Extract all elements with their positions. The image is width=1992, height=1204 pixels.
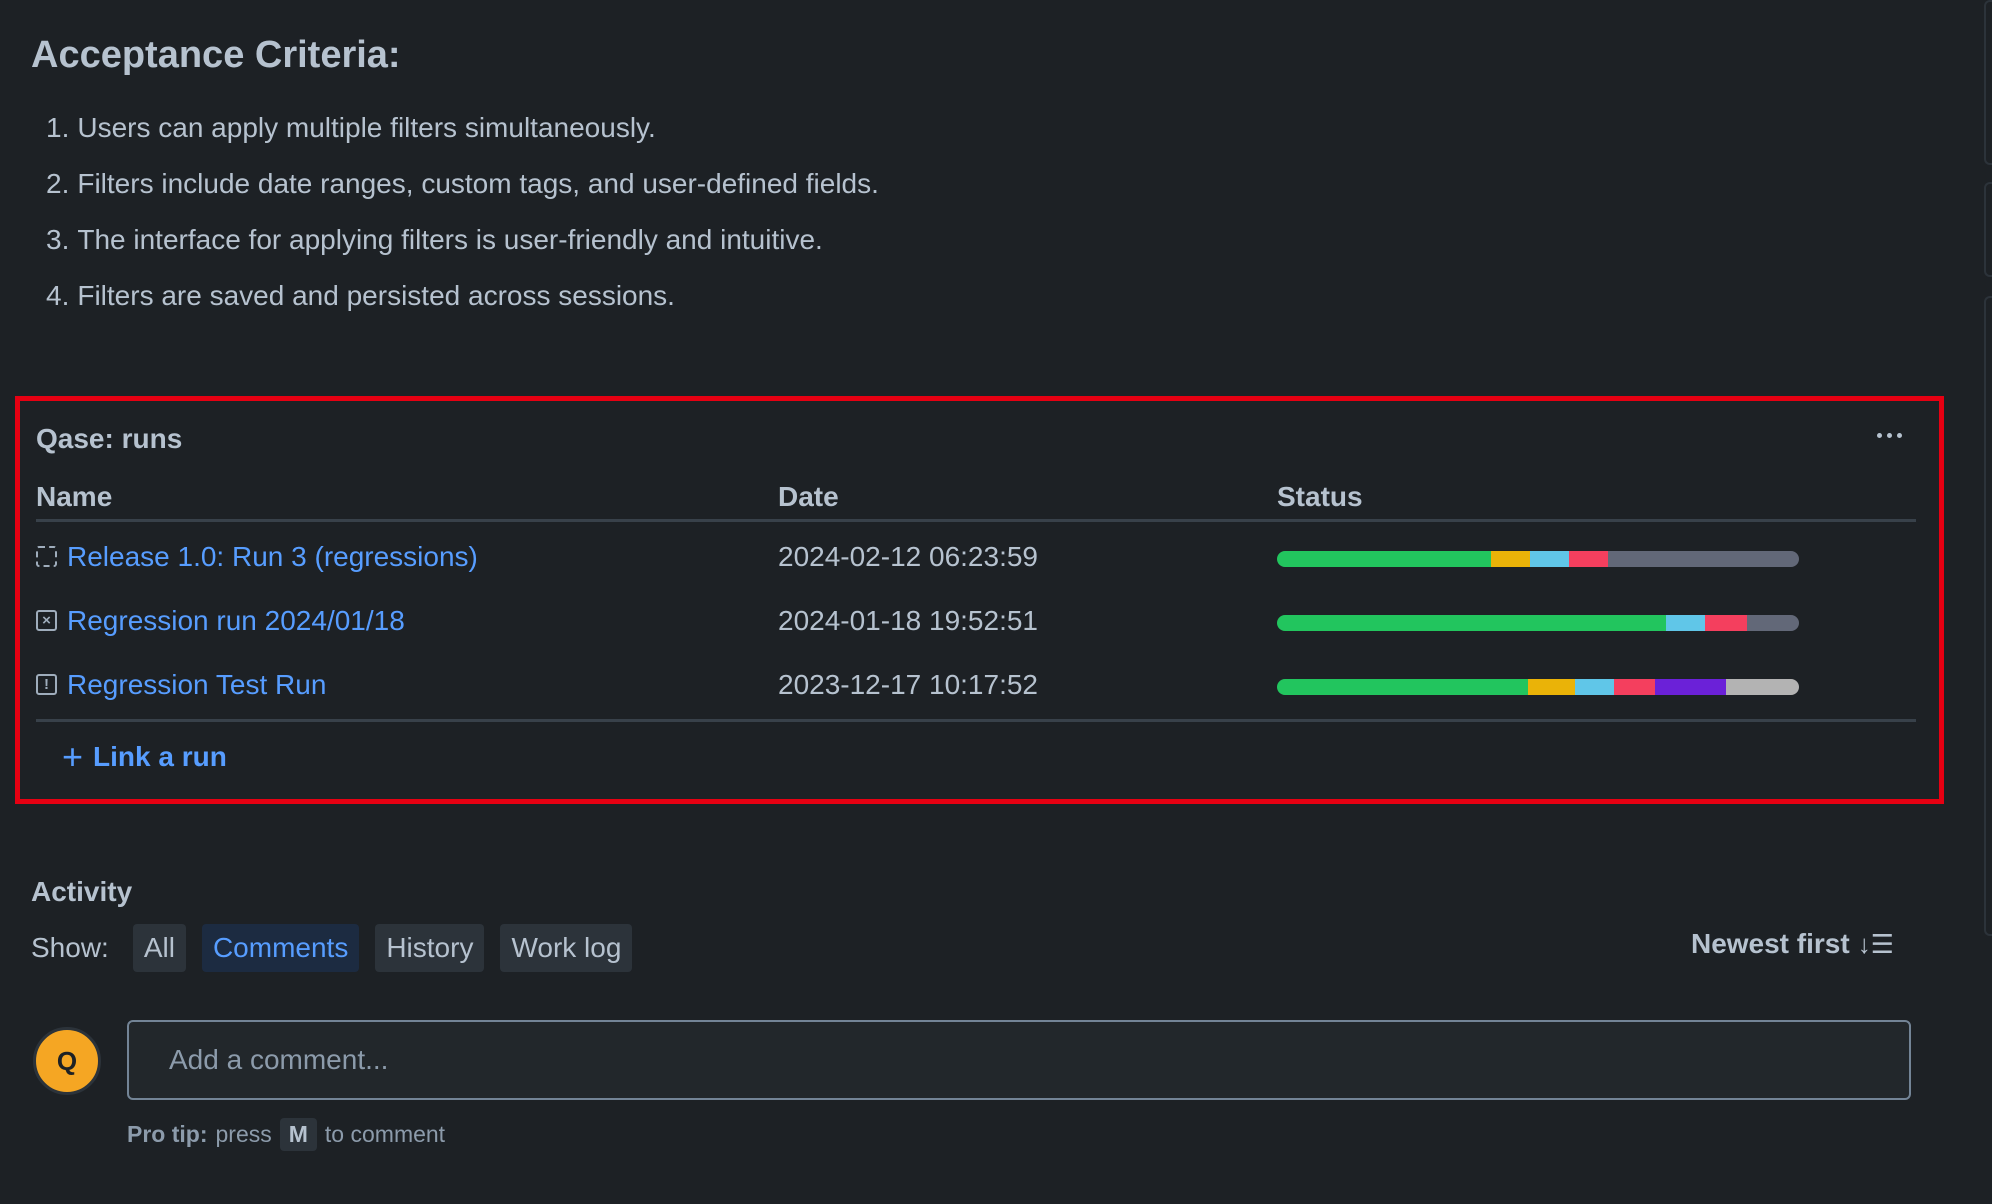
run-aborted-icon: × bbox=[36, 610, 57, 631]
table-row: Release 1.0: Run 3 (regressions) 2024-02… bbox=[36, 527, 1916, 591]
status-segment-untested bbox=[1746, 615, 1799, 631]
acceptance-criteria-list: 1. Users can apply multiple filters simul… bbox=[46, 108, 879, 332]
table-row: ! Regression Test Run 2023-12-17 10:17:5… bbox=[36, 655, 1916, 719]
table-row: × Regression run 2024/01/18 2024-01-18 1… bbox=[36, 591, 1916, 655]
acceptance-item: 3. The interface for applying filters is … bbox=[46, 220, 879, 276]
activity-heading: Activity bbox=[31, 876, 133, 907]
table-divider bbox=[36, 719, 1916, 722]
run-link[interactable]: Release 1.0: Run 3 (regressions) bbox=[67, 541, 478, 573]
column-header-status: Status bbox=[1277, 481, 1363, 512]
pro-tip-tail: to comment bbox=[324, 1121, 446, 1147]
run-warning-icon: ! bbox=[36, 674, 57, 695]
item-number: 1. bbox=[46, 112, 70, 143]
item-text: Users can apply multiple filters simulta… bbox=[77, 112, 656, 143]
run-link[interactable]: Regression Test Run bbox=[67, 669, 326, 701]
item-number: 4. bbox=[46, 280, 70, 311]
show-label: Show: bbox=[31, 932, 109, 963]
acceptance-criteria-heading: Acceptance Criteria: bbox=[31, 34, 401, 76]
sort-descending-icon: ↓☰ bbox=[1857, 928, 1894, 959]
pro-tip-lead: Pro tip: bbox=[127, 1121, 208, 1147]
status-segment-failed bbox=[1569, 551, 1609, 567]
panel-title: Qase: runs bbox=[36, 423, 183, 454]
run-date: 2024-01-18 19:52:51 bbox=[778, 605, 1038, 636]
filter-comments[interactable]: Comments bbox=[201, 924, 360, 972]
status-bar bbox=[1277, 679, 1799, 695]
activity-filter-bar: Show: All Comments History Work log bbox=[31, 924, 633, 972]
status-segment-untested bbox=[1608, 551, 1799, 567]
run-in-progress-icon bbox=[36, 546, 57, 567]
status-segment-skipped bbox=[1530, 551, 1570, 567]
status-segment-failed bbox=[1705, 615, 1747, 631]
shortcut-key: M bbox=[279, 1118, 317, 1151]
status-segment-passed bbox=[1277, 551, 1492, 567]
status-segment-blocked bbox=[1491, 551, 1531, 567]
status-segment-failed bbox=[1613, 679, 1656, 695]
column-header-date: Date bbox=[778, 481, 839, 512]
side-panel-edge bbox=[1984, 296, 1992, 936]
item-text: Filters include date ranges, custom tags… bbox=[77, 168, 879, 199]
status-segment-passed bbox=[1277, 679, 1528, 695]
item-text: The interface for applying filters is us… bbox=[77, 224, 823, 255]
status-segment-retest bbox=[1725, 679, 1799, 695]
status-bar bbox=[1277, 551, 1799, 567]
status-segment-blocked bbox=[1527, 679, 1575, 695]
link-a-run-label: Link a run bbox=[93, 741, 227, 772]
run-link[interactable]: Regression run 2024/01/18 bbox=[67, 605, 405, 637]
pro-tip: Pro tip: press M to comment bbox=[127, 1118, 445, 1151]
column-header-name: Name bbox=[36, 481, 113, 512]
plus-icon: + bbox=[62, 736, 84, 777]
avatar[interactable]: Q bbox=[33, 1027, 101, 1095]
issue-page: Acceptance Criteria: 1. Users can apply m… bbox=[0, 0, 1992, 1204]
runs-table-header: Name Date Status bbox=[36, 481, 1916, 522]
acceptance-item: 2. Filters include date ranges, custom ta… bbox=[46, 164, 879, 220]
status-segment-passed bbox=[1277, 615, 1666, 631]
run-date: 2024-02-12 06:23:59 bbox=[778, 541, 1038, 572]
item-number: 3. bbox=[46, 224, 70, 255]
filter-history[interactable]: History bbox=[375, 924, 485, 972]
filter-work-log[interactable]: Work log bbox=[500, 924, 633, 972]
qase-runs-panel: Qase: runs Name Date Status Release 1.0:… bbox=[15, 396, 1944, 804]
comment-input[interactable] bbox=[127, 1020, 1911, 1100]
acceptance-item: 1. Users can apply multiple filters simul… bbox=[46, 108, 879, 164]
filter-all[interactable]: All bbox=[132, 924, 186, 972]
status-segment-skipped bbox=[1665, 615, 1706, 631]
link-a-run-button[interactable]: + Link a run bbox=[62, 736, 227, 777]
status-segment-skipped bbox=[1574, 679, 1614, 695]
side-panel-edge bbox=[1984, 0, 1992, 165]
pro-tip-press: press bbox=[215, 1121, 272, 1147]
more-horizontal-icon[interactable] bbox=[1875, 425, 1904, 446]
item-number: 2. bbox=[46, 168, 70, 199]
sort-order-button[interactable]: Newest first ↓☰ bbox=[1691, 928, 1894, 960]
sort-label: Newest first bbox=[1690, 928, 1850, 959]
side-panel-edge bbox=[1984, 182, 1992, 277]
status-segment-invalid bbox=[1655, 679, 1726, 695]
acceptance-item: 4. Filters are saved and persisted across… bbox=[46, 276, 879, 332]
item-text: Filters are saved and persisted across s… bbox=[77, 280, 675, 311]
status-bar bbox=[1277, 615, 1799, 631]
run-date: 2023-12-17 10:17:52 bbox=[778, 669, 1038, 700]
